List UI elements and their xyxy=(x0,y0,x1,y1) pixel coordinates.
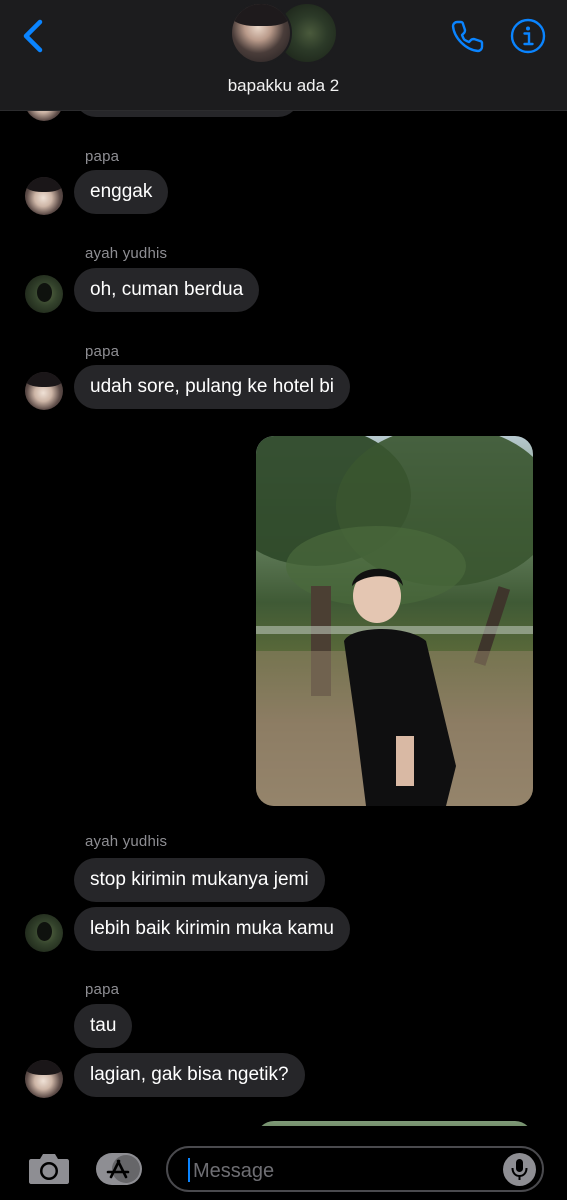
app-store-icon xyxy=(96,1153,142,1185)
sender-avatar[interactable] xyxy=(25,111,63,121)
info-button[interactable] xyxy=(508,16,548,56)
sender-avatar[interactable] xyxy=(25,177,63,215)
message-input[interactable]: Message xyxy=(166,1146,544,1192)
message-bubble[interactable]: enggak xyxy=(74,170,169,214)
dictation-button[interactable] xyxy=(503,1153,536,1186)
sent-photo[interactable] xyxy=(256,436,533,806)
message-bubble[interactable]: tau xyxy=(74,1004,133,1048)
compose-bar: Message xyxy=(0,1126,567,1200)
message-bubble[interactable]: lagian, gak bisa ngetik? xyxy=(74,1053,305,1097)
text-caret xyxy=(188,1158,190,1182)
info-icon xyxy=(510,18,546,54)
message-placeholder: Message xyxy=(193,1160,275,1182)
message-thread[interactable]: papa enggak ayah yudhis oh, cuman berdua… xyxy=(0,111,567,1126)
message-bubble[interactable]: lebih baik kirimin muka kamu xyxy=(74,907,350,951)
microphone-icon xyxy=(511,1159,528,1180)
group-avatar[interactable] xyxy=(230,2,340,64)
app-store-button[interactable] xyxy=(96,1152,144,1186)
member-avatar-papa xyxy=(230,2,292,64)
conversation-header: bapakku ada 2 xyxy=(0,0,567,111)
camera-button[interactable] xyxy=(27,1150,71,1186)
message-bubble[interactable]: stop kirimin mukanya jemi xyxy=(74,858,325,902)
sender-name: ayah yudhis xyxy=(85,245,168,262)
call-button[interactable] xyxy=(448,16,488,56)
sender-avatar[interactable] xyxy=(25,914,63,952)
message-bubble[interactable]: udah sore, pulang ke hotel bi xyxy=(74,365,351,409)
camera-icon xyxy=(29,1154,69,1184)
message-bubble-cutoff[interactable] xyxy=(74,111,300,117)
sender-name: papa xyxy=(85,148,120,165)
sender-avatar[interactable] xyxy=(25,372,63,410)
sender-name: papa xyxy=(85,343,120,360)
conversation-title[interactable]: bapakku ada 2 xyxy=(0,76,567,96)
back-button[interactable] xyxy=(14,14,54,58)
sender-name: ayah yudhis xyxy=(85,833,168,850)
chevron-left-icon xyxy=(23,19,43,53)
sender-avatar[interactable] xyxy=(25,1060,63,1098)
sender-avatar[interactable] xyxy=(25,275,63,313)
phone-icon xyxy=(451,20,484,53)
sender-name: papa xyxy=(85,981,120,998)
message-bubble[interactable]: oh, cuman berdua xyxy=(74,268,260,312)
